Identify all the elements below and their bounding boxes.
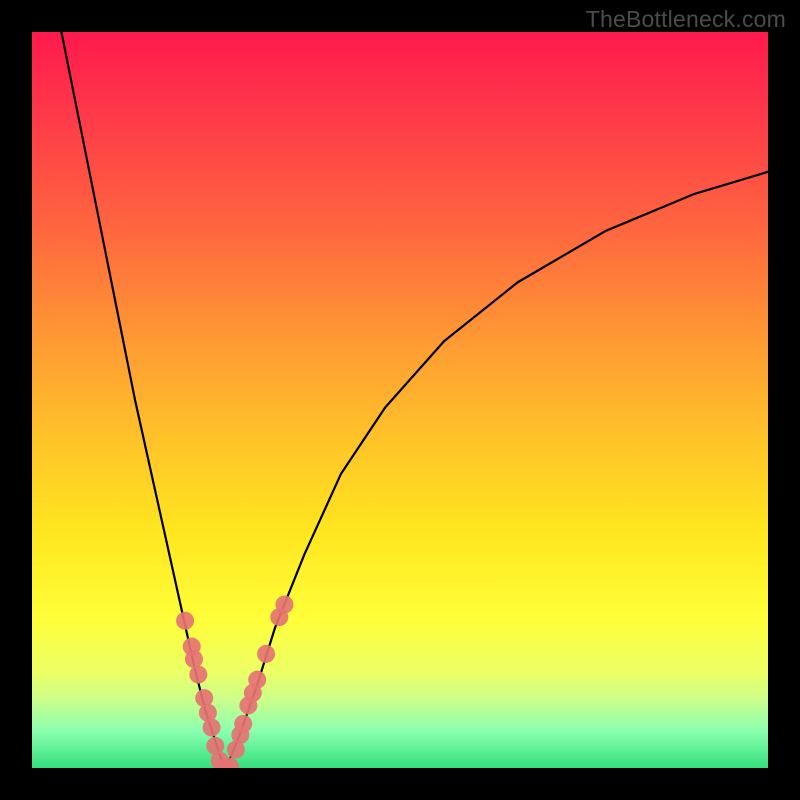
data-marker xyxy=(211,752,229,768)
data-marker xyxy=(216,759,234,768)
data-marker xyxy=(248,671,266,689)
data-marker xyxy=(221,758,239,768)
data-marker xyxy=(239,696,257,714)
chart-svg xyxy=(32,32,768,768)
data-marker xyxy=(275,596,293,614)
watermark-text: TheBottleneck.com xyxy=(586,6,786,33)
series-curve-left xyxy=(61,32,224,768)
chart-frame: TheBottleneck.com xyxy=(0,0,800,800)
series-curve-right xyxy=(225,172,768,768)
data-marker xyxy=(195,689,213,707)
data-marker xyxy=(234,715,252,733)
plot-area xyxy=(32,32,768,768)
data-marker xyxy=(231,726,249,744)
data-marker xyxy=(244,684,262,702)
data-marker xyxy=(189,666,207,684)
data-marker xyxy=(199,704,217,722)
data-marker xyxy=(206,737,224,755)
data-marker xyxy=(270,608,288,626)
data-marker xyxy=(257,645,275,663)
data-marker xyxy=(227,741,245,759)
data-marker xyxy=(176,612,194,630)
data-marker xyxy=(183,638,201,656)
data-marker xyxy=(185,650,203,668)
data-marker xyxy=(203,719,221,737)
